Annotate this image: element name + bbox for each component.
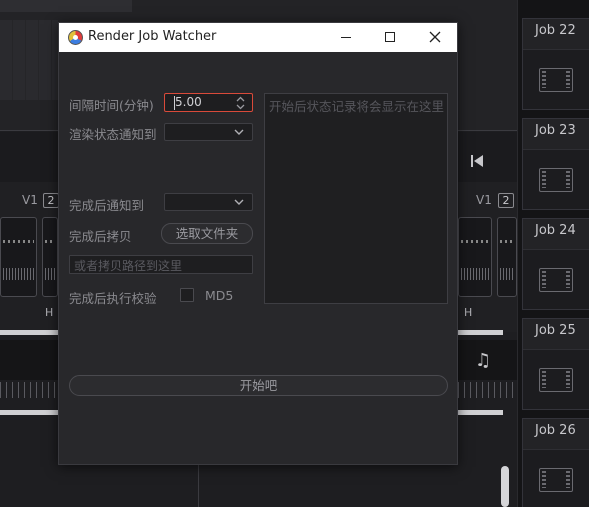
audio-bar-right xyxy=(458,330,503,335)
complete-copy-label: 完成后拷贝 xyxy=(69,229,132,244)
timeline-clip[interactable] xyxy=(0,217,37,297)
job-item[interactable]: Job 22 xyxy=(522,18,589,110)
job-thumbnail xyxy=(523,449,589,507)
minimize-icon xyxy=(341,37,351,38)
film-icon xyxy=(539,168,573,192)
render-status-notify-select[interactable] xyxy=(164,123,253,141)
music-note-icon[interactable]: ♫ xyxy=(475,350,491,371)
render-queue-panel: Job 22 Job 23 Job 24 Job 25 Job 26 xyxy=(517,0,589,507)
audio-bar xyxy=(0,330,58,335)
film-icon xyxy=(539,468,573,492)
title-bar[interactable]: Render Job Watcher xyxy=(59,23,457,52)
job-thumbnail xyxy=(523,349,589,409)
clip-label: H xyxy=(45,306,54,319)
job-item[interactable]: Job 23 xyxy=(522,118,589,210)
divider xyxy=(198,465,199,507)
timeline-clip[interactable] xyxy=(458,217,492,297)
top-strip xyxy=(0,0,132,12)
render-job-watcher-dialog: Render Job Watcher 间隔时间(分钟) 5.00 渲染状态通知到… xyxy=(58,22,458,465)
interval-label: 间隔时间(分钟) xyxy=(69,98,154,113)
chevron-down-icon xyxy=(234,199,244,205)
ruler-right xyxy=(458,382,517,398)
media-thumbnails xyxy=(0,20,58,100)
davinci-resolve-icon xyxy=(68,30,83,45)
text-caret xyxy=(174,96,175,110)
track-number-right[interactable]: 2 xyxy=(498,193,514,208)
close-icon xyxy=(429,31,441,43)
ruler xyxy=(0,382,58,398)
copy-path-placeholder: 或者拷贝路径到这里 xyxy=(74,259,183,273)
md5-label[interactable]: MD5 xyxy=(205,288,233,303)
job-item[interactable]: Job 25 xyxy=(522,318,589,410)
film-icon xyxy=(539,268,573,292)
job-thumbnail xyxy=(523,49,589,109)
audio-header xyxy=(0,340,58,380)
timeline-bar xyxy=(0,410,58,415)
job-name: Job 24 xyxy=(535,223,576,238)
job-name: Job 25 xyxy=(535,323,576,338)
complete-notify-label: 完成后通知到 xyxy=(69,198,145,213)
job-item[interactable]: Job 24 xyxy=(522,218,589,310)
job-thumbnail xyxy=(523,249,589,309)
window-title: Render Job Watcher xyxy=(88,29,217,44)
maximize-icon xyxy=(385,32,395,42)
track-label: V1 xyxy=(22,193,38,207)
job-thumbnail xyxy=(523,149,589,209)
status-log[interactable]: 开始后状态记录将会显示在这里 xyxy=(264,93,448,304)
job-name: Job 26 xyxy=(535,423,576,438)
film-icon xyxy=(539,368,573,392)
timeline-bar-right xyxy=(458,410,503,415)
minimize-button[interactable] xyxy=(324,23,368,52)
track-number[interactable]: 2 xyxy=(43,193,59,208)
status-log-placeholder: 开始后状态记录将会显示在这里 xyxy=(269,99,445,114)
clip-label-right: H xyxy=(464,306,473,319)
start-button[interactable]: 开始吧 xyxy=(69,375,448,396)
job-name: Job 23 xyxy=(535,123,576,138)
spin-arrows-icon[interactable] xyxy=(236,96,245,110)
job-item[interactable]: Job 26 xyxy=(522,418,589,507)
render-status-notify-label: 渲染状态通知到 xyxy=(69,127,157,142)
job-name: Job 22 xyxy=(535,23,576,38)
interval-value: 5.00 xyxy=(175,95,202,109)
md5-checkbox[interactable] xyxy=(180,288,194,302)
pick-folder-button[interactable]: 选取文件夹 xyxy=(161,223,253,244)
maximize-button[interactable] xyxy=(368,23,412,52)
complete-notify-select[interactable] xyxy=(164,193,253,211)
scrollbar-thumb[interactable] xyxy=(501,466,509,507)
track-label-right: V1 xyxy=(476,193,492,207)
film-icon xyxy=(539,68,573,92)
copy-path-input[interactable]: 或者拷贝路径到这里 xyxy=(69,255,253,274)
interval-spinbox[interactable]: 5.00 xyxy=(164,93,253,112)
skip-to-start-icon[interactable] xyxy=(470,154,484,168)
close-button[interactable] xyxy=(413,23,457,52)
complete-verify-label: 完成后执行校验 xyxy=(69,291,157,306)
chevron-down-icon xyxy=(234,129,244,135)
timeline-clip[interactable] xyxy=(42,217,58,297)
timeline-clip[interactable] xyxy=(497,217,517,297)
